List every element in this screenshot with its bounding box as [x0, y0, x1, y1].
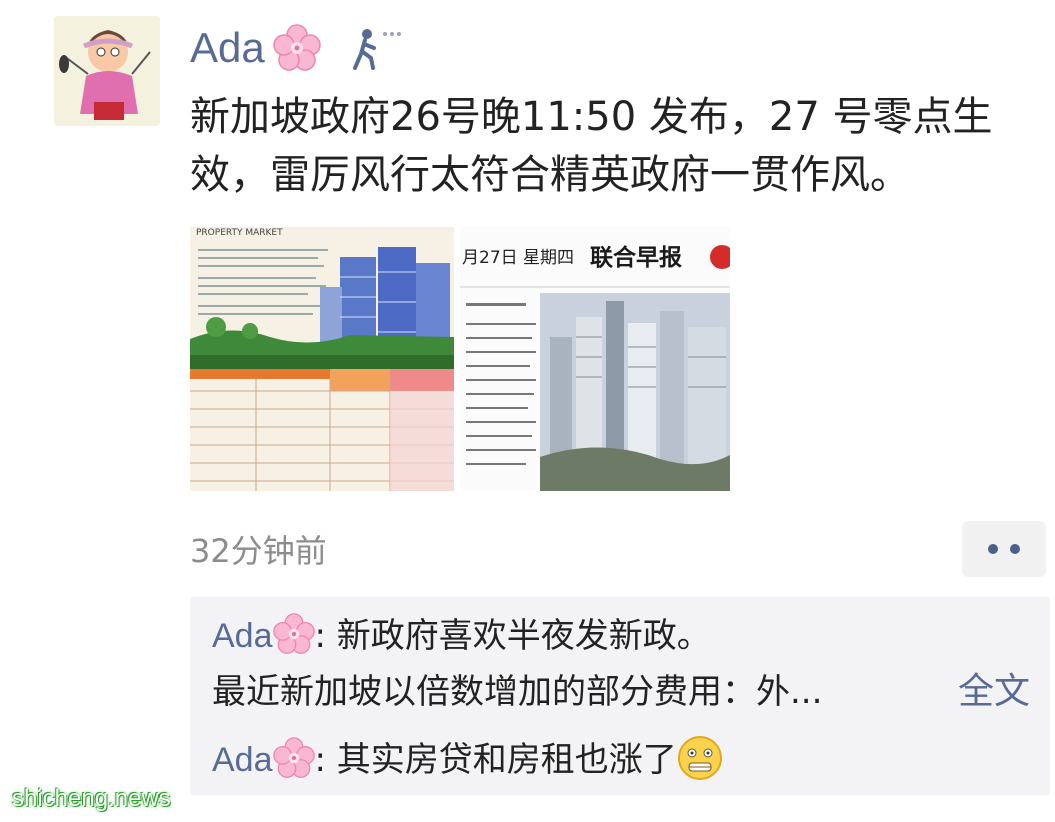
comment-author[interactable]: Ada: [212, 617, 273, 655]
post-text-line-1: 新加坡政府26号晚11:50 发布，27 号零点生: [190, 94, 993, 140]
post-time: 32分钟前: [190, 532, 327, 570]
comment-2[interactable]: 最近新加坡以倍数增加的部分费用：外...: [212, 670, 822, 714]
avatar[interactable]: [54, 16, 160, 126]
watermark: shicheng.news: [12, 785, 171, 812]
post-header: Ada: [190, 22, 405, 74]
comments-panel: Ada : 新政府喜欢半夜发新政。 最近新加坡以倍数增加的部分费用：外... 全文…: [190, 597, 1050, 795]
post-text: 新加坡政府26号晚11:50 发布，27 号零点生 效，雷厉风行太符合精英政府一…: [190, 88, 1050, 204]
post-image-1[interactable]: PROPERTY MARKET: [190, 227, 454, 491]
more-dots-icon: [988, 544, 998, 554]
comment-text: : 其实房贷和房租也涨了: [314, 740, 677, 780]
cherry-blossom-icon: [272, 24, 321, 71]
cherry-blossom-icon: [272, 737, 315, 778]
more-dots-icon: [1010, 544, 1020, 554]
newspaper-clipping-image: 月27日 星期四 联合早报: [460, 227, 730, 491]
comment-1[interactable]: Ada : 新政府喜欢半夜发新政。: [212, 613, 711, 658]
post-text-line-2: 效，雷厉风行太符合精英政府一贯作风。: [190, 152, 910, 198]
more-options-button[interactable]: [962, 521, 1046, 577]
author-name[interactable]: Ada: [190, 24, 265, 72]
newspaper-masthead: 联合早报: [590, 244, 682, 271]
comment-author[interactable]: Ada: [212, 741, 273, 779]
comment-text: : 新政府喜欢半夜发新政。: [314, 616, 711, 656]
comment-text: 最近新加坡以倍数增加的部分费用：外...: [212, 672, 823, 712]
post-image-2[interactable]: 月27日 星期四 联合早报: [460, 227, 730, 491]
grimace-emoji-icon: [677, 736, 722, 780]
expand-full-text-link[interactable]: 全文: [958, 670, 1030, 714]
infographic-caption: PROPERTY MARKET: [196, 228, 283, 238]
property-infographic-image: PROPERTY MARKET: [190, 227, 454, 491]
cherry-blossom-icon: [272, 613, 315, 654]
newspaper-date: 月27日 星期四: [462, 248, 574, 268]
walking-person-icon[interactable]: [347, 24, 405, 72]
comment-3[interactable]: Ada : 其实房贷和房租也涨了: [212, 735, 723, 782]
avatar-illustration: [54, 16, 160, 126]
